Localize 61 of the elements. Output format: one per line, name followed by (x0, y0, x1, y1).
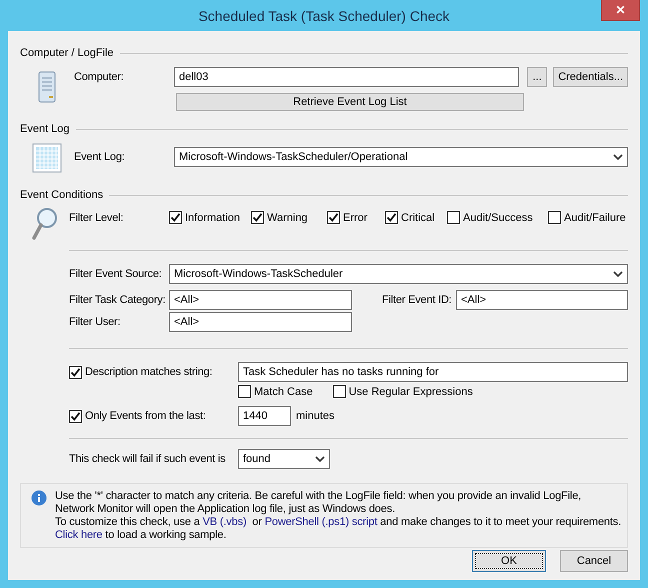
level-checkbox[interactable]: Error (327, 211, 385, 224)
cancel-button[interactable]: Cancel (560, 550, 628, 572)
minutes-field[interactable]: 1440 (238, 406, 291, 426)
magnifier-icon (32, 207, 58, 241)
checkbox[interactable] (69, 366, 82, 378)
script-link[interactable]: PowerShell (.ps1) script (264, 516, 378, 528)
checkbox[interactable] (169, 211, 182, 224)
event-source-dropdown[interactable]: Microsoft-Windows-TaskScheduler (169, 264, 628, 284)
script-link[interactable]: VB (.vbs) (202, 516, 246, 528)
section-header: Event Conditions (20, 189, 104, 201)
description-field[interactable]: Task Scheduler has no tasks running for (238, 362, 628, 382)
retrieve-button[interactable]: Retrieve Event Log List (176, 93, 524, 111)
unit-label: minutes (296, 410, 335, 422)
info-text: Click here to load a working sample. (55, 529, 228, 542)
checkbox[interactable] (332, 385, 346, 398)
level-checkbox[interactable]: Warning (251, 211, 327, 224)
field-label: Filter Level: (69, 212, 124, 224)
event-id-field[interactable]: <All> (456, 290, 628, 310)
info-text: Use the '*' character to match any criteria. Be careful with the LogFile field: when you provide an invalid LogFile, Network Monitor will open the Application log file, just as Windows does. (55, 490, 582, 516)
field-label: Computer: (74, 71, 125, 83)
section-header: Computer / LogFile (20, 47, 114, 59)
fail-condition-dropdown[interactable]: found (238, 449, 330, 469)
only-events-checkbox[interactable]: Only Events from the last: (69, 410, 238, 422)
info-text: To customize this check, use a VB (.vbs) or PowerShell (.ps1) script and make changes to it to meet your requirements. (55, 516, 622, 529)
checkbox[interactable] (69, 410, 82, 422)
section-header: Event Log (20, 123, 70, 135)
chevron-down-icon (315, 456, 325, 462)
browse-button[interactable]: ... (527, 67, 548, 87)
checkbox[interactable] (251, 211, 264, 224)
server-icon (38, 71, 56, 103)
calendar-grid-icon (32, 143, 62, 173)
checkbox[interactable] (327, 211, 340, 224)
task-category-field[interactable]: <All> (169, 290, 352, 310)
field-label: Filter User: (69, 316, 122, 328)
checkbox[interactable] (447, 211, 460, 224)
regex-checkbox[interactable]: Use Regular Expressions (332, 385, 473, 398)
level-checkbox[interactable]: Information (169, 211, 251, 224)
credentials-button[interactable]: Credentials... (553, 67, 628, 87)
field-label: Event Log: (74, 151, 126, 163)
chevron-down-icon (613, 154, 623, 160)
level-checkbox[interactable]: Audit/Failure (548, 211, 628, 224)
window-title: Scheduled Task (Task Scheduler) Check (198, 8, 450, 24)
event-log-dropdown[interactable]: Microsoft-Windows-TaskScheduler/Operational (174, 147, 628, 167)
checkbox[interactable] (385, 211, 398, 224)
match-case-checkbox[interactable]: Match Case (238, 385, 313, 398)
info-icon (31, 490, 47, 506)
user-field[interactable]: <All> (169, 312, 352, 332)
level-checkbox[interactable]: Critical (385, 211, 447, 224)
computer-field[interactable]: dell03 (174, 67, 520, 87)
level-checkbox[interactable]: Audit/Success (447, 211, 548, 224)
close-button[interactable]: ✕ (601, 0, 640, 21)
chevron-down-icon (613, 271, 623, 277)
field-label: Filter Task Category: (69, 294, 166, 306)
field-label: Filter Event Source: (69, 268, 163, 280)
script-link[interactable]: Click here (55, 529, 102, 541)
ok-button[interactable]: OK (472, 550, 546, 572)
checkbox[interactable] (238, 385, 251, 398)
checkbox[interactable] (548, 211, 561, 224)
field-label: This check will fail if such event is (69, 453, 226, 465)
field-label: Filter Event ID: (382, 294, 453, 306)
description-checkbox[interactable]: Description matches string: (69, 366, 238, 378)
